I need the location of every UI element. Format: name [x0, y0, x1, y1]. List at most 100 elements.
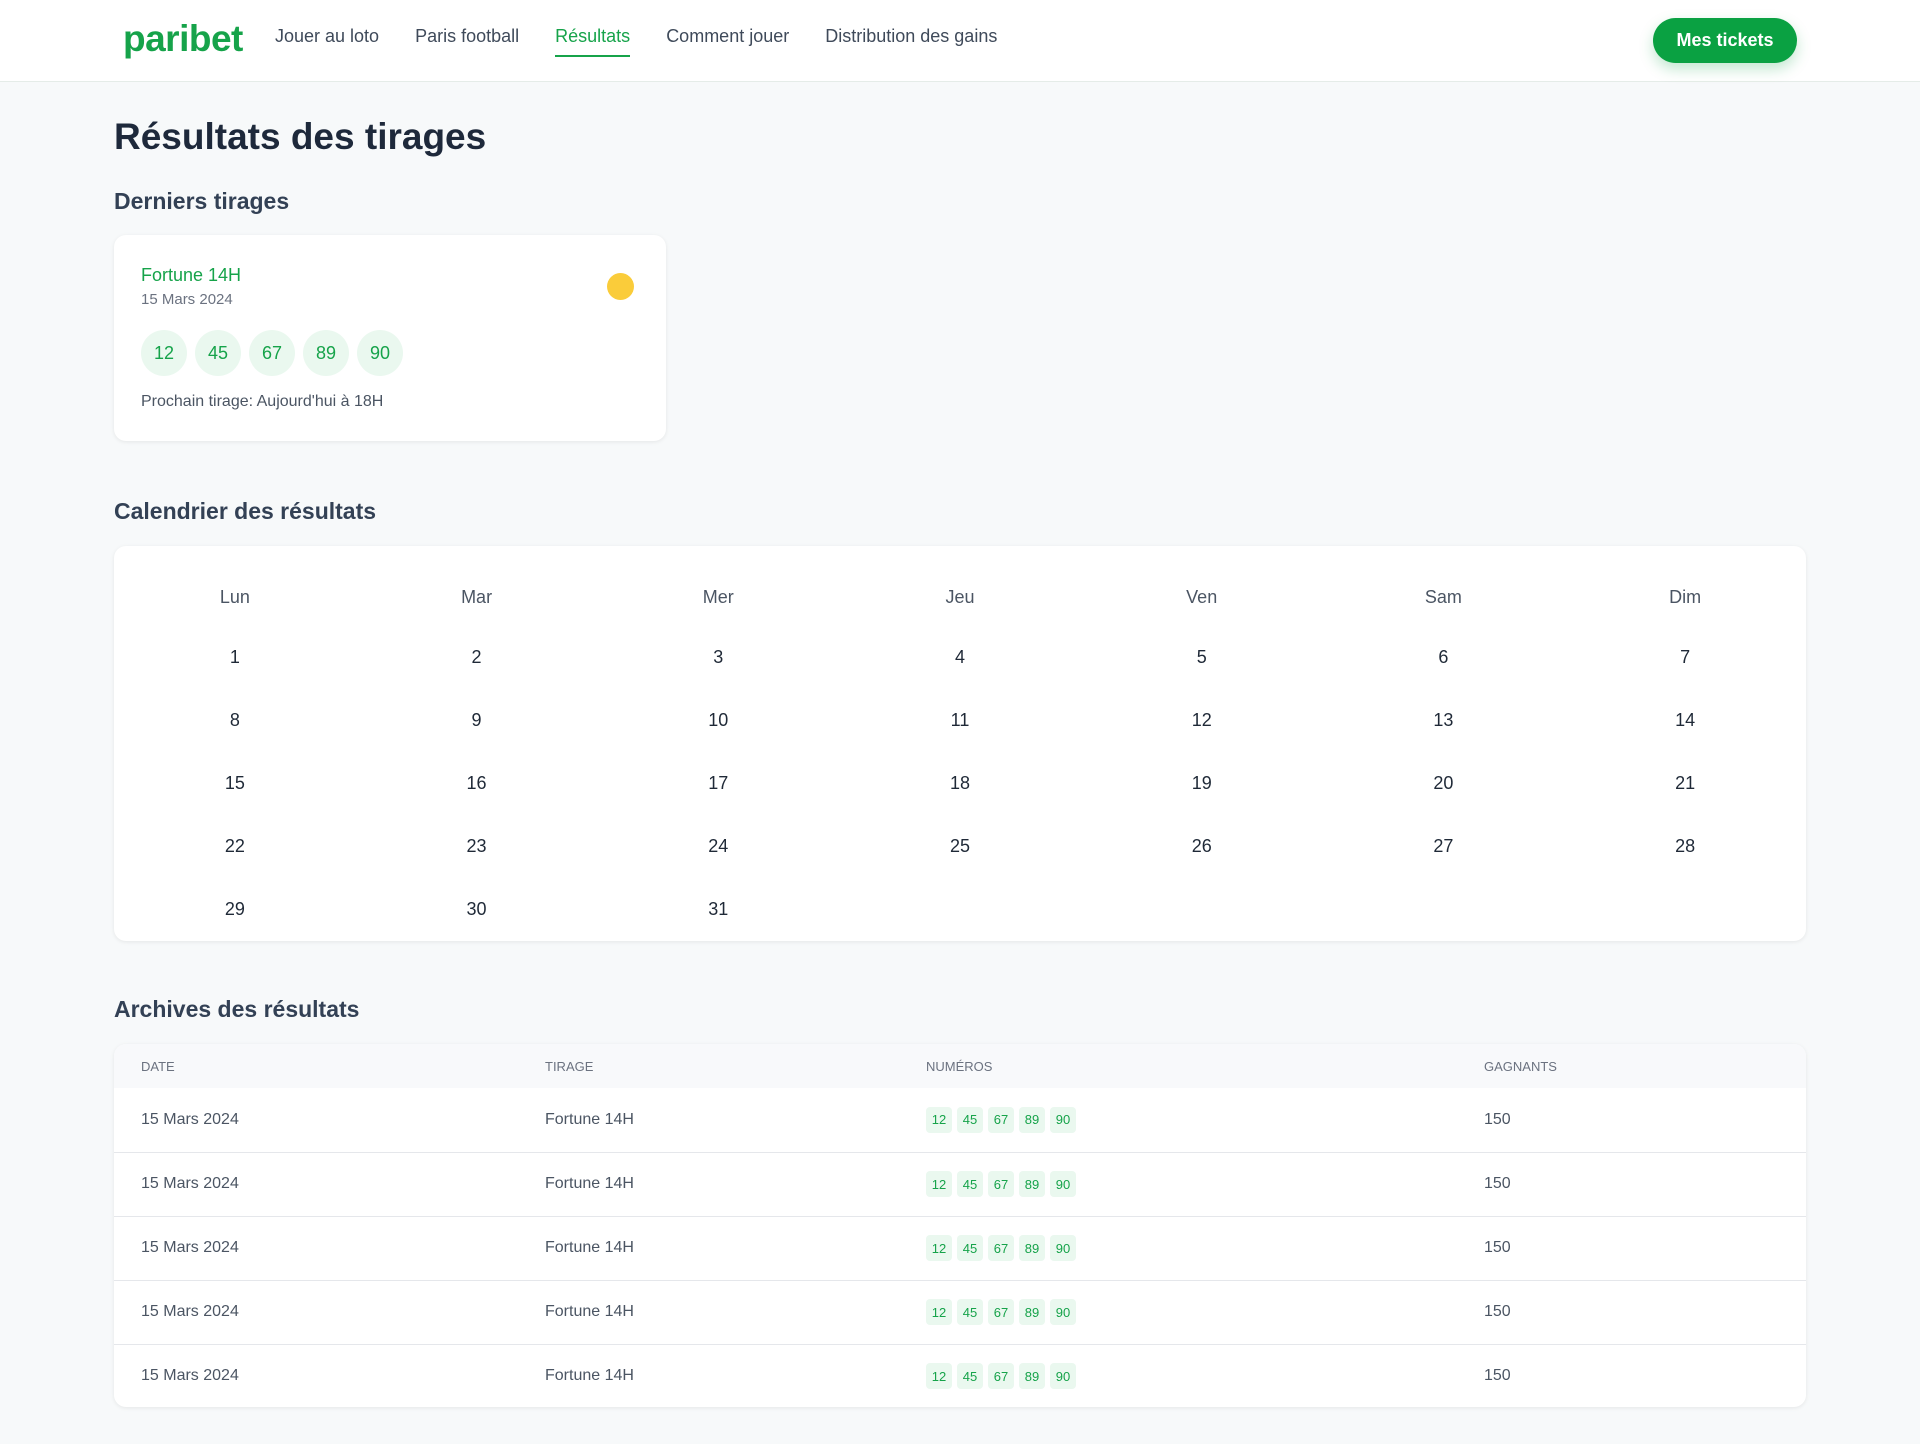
column-header-tirage: TIRAGE: [518, 1044, 899, 1088]
number-chips: 12 45 67 89 90: [926, 1171, 1457, 1197]
nav-item-distribution-des-gains[interactable]: Distribution des gains: [825, 26, 997, 57]
calendar-day[interactable]: 15: [114, 752, 356, 815]
number-chip: 12: [926, 1299, 952, 1325]
archives-table: DATE TIRAGE NUMÉROS GAGNANTS 15 Mars 202…: [114, 1044, 1806, 1407]
calendar-day[interactable]: 18: [839, 752, 1081, 815]
cell-numbers: 12 45 67 89 90: [899, 1344, 1457, 1407]
nav-item-paris-football[interactable]: Paris football: [415, 26, 519, 57]
calendar-day[interactable]: 24: [597, 815, 839, 878]
calendar-day[interactable]: 3: [597, 626, 839, 689]
calendar-day[interactable]: 5: [1081, 626, 1323, 689]
number-chip: 90: [1050, 1106, 1076, 1133]
number-chips: 12 45 67 89 90: [926, 1363, 1457, 1390]
cell-date: 15 Mars 2024: [114, 1280, 518, 1345]
latest-draws-title: Derniers tirages: [114, 188, 290, 214]
calendar-day[interactable]: 8: [114, 689, 356, 752]
top-navbar: paribet Jouer au loto Paris football Rés…: [0, 0, 1920, 82]
number-ball: 89: [303, 330, 349, 376]
calendar-day[interactable]: 25: [839, 815, 1081, 878]
results-calendar: Lun Mar Mer Jeu Ven Sam Dim 1 2 3 4 5 6 7 8 9 10 11 12 13 14…: [114, 546, 1806, 941]
calendar-weekday: Mer: [702, 586, 734, 607]
latest-draw-card[interactable]: Fortune 14H 15 Mars 2024 12 45 67 89 90 …: [114, 235, 666, 441]
calendar-day[interactable]: 12: [1081, 689, 1323, 752]
cell-date: 15 Mars 2024: [114, 1088, 518, 1153]
calendar-title: Calendrier des résultats: [114, 498, 377, 524]
table-row[interactable]: 15 Mars 2024 Fortune 14H 12 45 67 89 90 150: [114, 1216, 1806, 1281]
next-draw-info: Prochain tirage: Aujourd'hui à 18H: [141, 393, 384, 410]
nav-item-resultats[interactable]: Résultats: [555, 26, 631, 57]
calendar-day[interactable]: 13: [1323, 689, 1565, 752]
number-chip: 89: [1019, 1299, 1045, 1325]
cell-date: 15 Mars 2024: [114, 1152, 518, 1217]
cell-numbers: 12 45 67 89 90: [899, 1088, 1457, 1153]
number-chip: 12: [926, 1171, 952, 1197]
calendar-day[interactable]: 31: [597, 878, 839, 941]
table-row[interactable]: 15 Mars 2024 Fortune 14H 12 45 67 89 90 150: [114, 1344, 1806, 1407]
calendar-day[interactable]: 10: [597, 689, 839, 752]
cell-date: 15 Mars 2024: [114, 1216, 518, 1281]
cell-draw: Fortune 14H: [518, 1280, 899, 1345]
table-row[interactable]: 15 Mars 2024 Fortune 14H 12 45 67 89 90 150: [114, 1152, 1806, 1217]
number-chip: 67: [988, 1299, 1014, 1325]
number-chip: 89: [1019, 1106, 1045, 1133]
calendar-day[interactable]: 26: [1081, 815, 1323, 878]
number-chip: 90: [1050, 1363, 1076, 1390]
calendar-day[interactable]: 19: [1081, 752, 1323, 815]
calendar-day[interactable]: 9: [356, 689, 598, 752]
number-chip: 89: [1019, 1235, 1045, 1261]
calendar-day[interactable]: 23: [356, 815, 598, 878]
number-chip: 90: [1050, 1171, 1076, 1197]
calendar-day[interactable]: 30: [356, 878, 598, 941]
calendar-day[interactable]: 4: [839, 626, 1081, 689]
nav-item-comment-jouer[interactable]: Comment jouer: [666, 26, 789, 57]
number-ball: 45: [195, 330, 241, 376]
page-title: Résultats des tirages: [114, 116, 487, 157]
number-chip: 67: [988, 1235, 1014, 1261]
column-header-numeros: NUMÉROS: [899, 1044, 1457, 1088]
cell-winners: 150: [1457, 1280, 1806, 1345]
paribet-logo[interactable]: paribet: [123, 18, 243, 60]
calendar-day[interactable]: 14: [1564, 689, 1806, 752]
number-chips: 12 45 67 89 90: [926, 1299, 1457, 1325]
calendar-day[interactable]: 6: [1323, 626, 1565, 689]
nav-item-jouer-au-loto[interactable]: Jouer au loto: [275, 26, 379, 57]
archives-table-card: DATE TIRAGE NUMÉROS GAGNANTS 15 Mars 202…: [114, 1044, 1806, 1407]
cell-winners: 150: [1457, 1152, 1806, 1217]
calendar-day[interactable]: 27: [1323, 815, 1565, 878]
calendar-day[interactable]: 22: [114, 815, 356, 878]
calendar-day[interactable]: 28: [1564, 815, 1806, 878]
calendar-day[interactable]: 21: [1564, 752, 1806, 815]
cell-numbers: 12 45 67 89 90: [899, 1152, 1457, 1217]
calendar-weekday: Dim: [1669, 586, 1702, 607]
archives-title: Archives des résultats: [114, 996, 360, 1022]
sun-icon: [607, 273, 634, 300]
calendar-grid: Lun Mar Mer Jeu Ven Sam Dim 1 2 3 4 5 6 7 8 9 10 11 12 13 14…: [114, 546, 1806, 941]
number-ball: 90: [357, 330, 403, 376]
archives-table-body: 15 Mars 2024 Fortune 14H 12 45 67 89 90 150 15 M…: [114, 1088, 1806, 1407]
number-chip: 90: [1050, 1235, 1076, 1261]
calendar-weekday: Sam: [1424, 586, 1462, 607]
calendar-day[interactable]: 29: [114, 878, 356, 941]
cell-winners: 150: [1484, 1367, 1511, 1385]
calendar-day[interactable]: 1: [114, 626, 356, 689]
calendar-day[interactable]: 2: [356, 626, 598, 689]
calendar-day[interactable]: 20: [1323, 752, 1565, 815]
column-header-date: DATE: [114, 1044, 518, 1088]
cell-date: 15 Mars 2024: [141, 1367, 239, 1385]
cell-winners: 150: [1457, 1216, 1806, 1281]
number-chip: 45: [957, 1171, 983, 1197]
table-row[interactable]: 15 Mars 2024 Fortune 14H 12 45 67 89 90 150: [114, 1088, 1806, 1153]
calendar-day[interactable]: 17: [597, 752, 839, 815]
calendar-day[interactable]: 7: [1564, 626, 1806, 689]
calendar-weekday: Jeu: [945, 586, 975, 607]
cell-draw: Fortune 14H: [518, 1216, 899, 1281]
mes-tickets-button[interactable]: Mes tickets: [1653, 18, 1797, 63]
drawn-numbers: 12 45 67 89 90: [141, 330, 411, 376]
column-header-gagnants: GAGNANTS: [1457, 1044, 1806, 1088]
draw-date: 15 Mars 2024: [141, 291, 233, 308]
calendar-day[interactable]: 11: [839, 689, 1081, 752]
table-row[interactable]: 15 Mars 2024 Fortune 14H 12 45 67 89 90 150: [114, 1280, 1806, 1345]
calendar-weekday: Ven: [1186, 586, 1218, 607]
calendar-day[interactable]: 16: [356, 752, 598, 815]
cell-draw: Fortune 14H: [518, 1152, 899, 1217]
